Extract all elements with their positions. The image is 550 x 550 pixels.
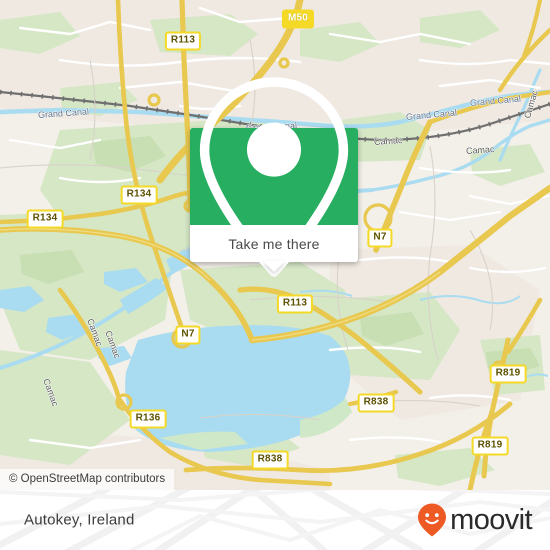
map-screenshot: M50 R113 R134 R134 N7 R113 N7 R819 R838 … (0, 0, 550, 550)
map-attribution[interactable]: © OpenStreetMap contributors (0, 469, 175, 490)
water-label: Camac (465, 144, 495, 156)
road-shield: R819 (489, 364, 527, 384)
road-shield: R134 (120, 185, 158, 205)
road-shield: N7 (367, 228, 393, 248)
water-label: Camac (373, 135, 403, 147)
location-pin-icon (199, 76, 349, 277)
place-title: Autokey, Ireland (24, 511, 135, 529)
popup-header (190, 76, 358, 277)
location-popup-card[interactable]: Take me there (190, 76, 358, 277)
road-shield: R838 (357, 393, 395, 413)
moovit-pin-smiley-icon (418, 503, 447, 537)
road-shield: R838 (251, 450, 289, 470)
footer-bar: Autokey, Ireland moovit (0, 490, 550, 550)
take-me-there-label: Take me there (228, 235, 320, 252)
road-shield: R819 (471, 436, 509, 456)
popup-tail (263, 261, 285, 272)
road-shield: R136 (129, 409, 167, 429)
map-canvas[interactable]: M50 R113 R134 R134 N7 R113 N7 R819 R838 … (0, 0, 550, 490)
moovit-logo[interactable]: moovit (416, 502, 533, 538)
road-shield: R134 (26, 209, 64, 229)
moovit-wordmark: moovit (450, 503, 532, 536)
popup-body[interactable]: Take me there (190, 225, 358, 272)
